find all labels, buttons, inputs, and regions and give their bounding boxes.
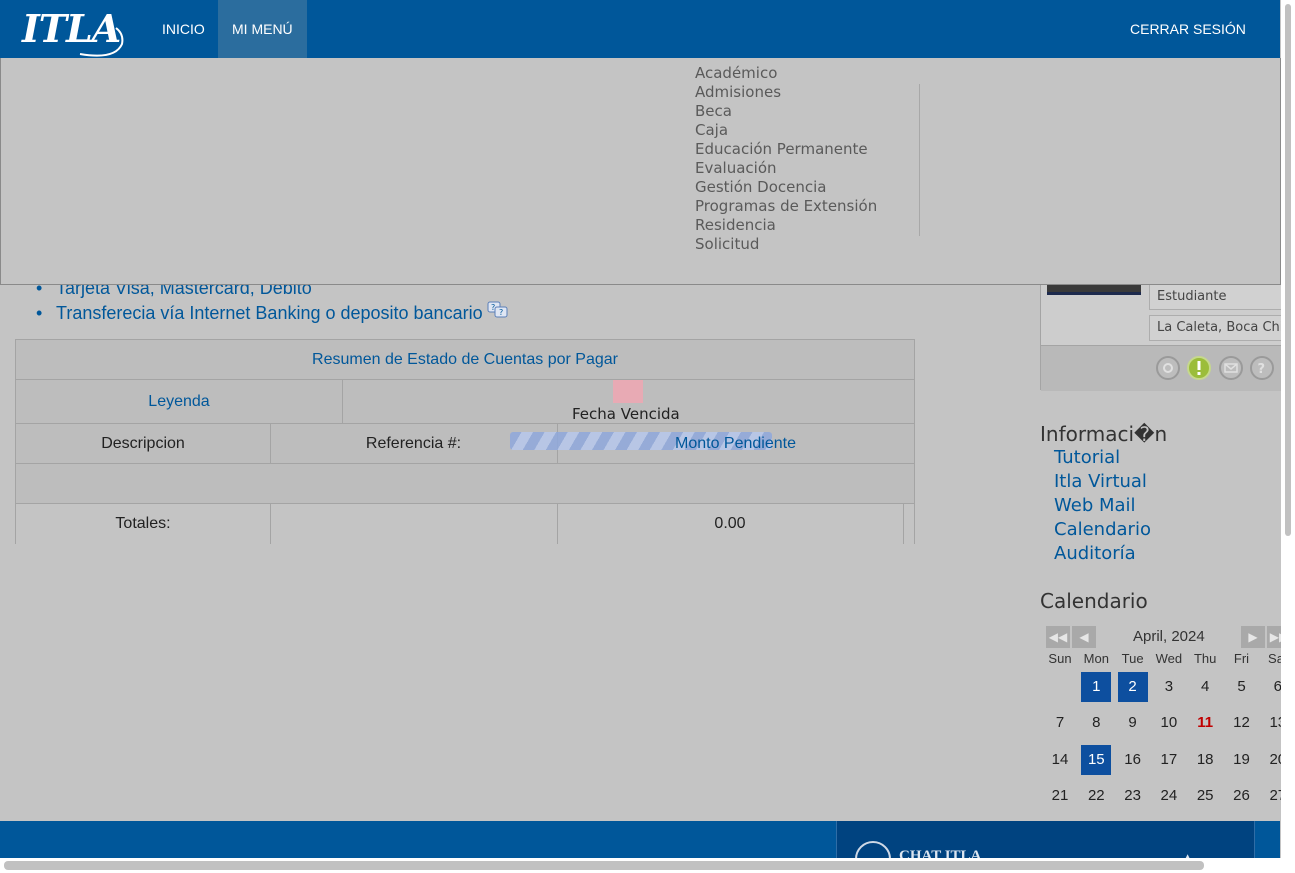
horizontal-scrollbar-thumb[interactable]	[4, 861, 1204, 870]
svg-text:?: ?	[1258, 362, 1266, 377]
table-title-row: Resumen de Estado de Cuentas por Pagar	[16, 340, 914, 380]
svg-text:?: ?	[499, 308, 503, 317]
account-summary-table: Resumen de Estado de Cuentas por Pagar L…	[15, 339, 915, 544]
link-tutorial[interactable]: Tutorial	[1054, 446, 1151, 470]
itla-logo[interactable]: ITLA	[20, 4, 128, 58]
menu-divider	[919, 84, 920, 236]
table-title: Resumen de Estado de Cuentas por Pagar	[312, 350, 618, 368]
calendar-weekday: Tue	[1121, 651, 1144, 666]
menu-item-academico[interactable]: Académico	[695, 64, 877, 83]
svg-text:?: ?	[491, 303, 495, 312]
calendar-title: Calendario	[1040, 589, 1148, 613]
menu-item-programas-extension[interactable]: Programas de Extensión	[695, 197, 877, 216]
calendar-day[interactable]: 21	[1045, 781, 1075, 811]
calendar-widget: ◀◀ ◀ April, 2024 ▶ ▶▶ Sun Mon Tue Wed Thu Fri…	[1042, 624, 1291, 820]
prev-month-icon[interactable]: ◀	[1072, 626, 1096, 648]
prev-year-icon[interactable]: ◀◀	[1046, 626, 1070, 648]
totals-value: 0.00	[714, 515, 746, 532]
help-icon[interactable]: ?	[1250, 356, 1274, 380]
table-header-row: Descripcion Referencia #: Monto Pendient…	[16, 424, 914, 464]
info-links-list: Tutorial Itla Virtual Web Mail Calendari…	[1054, 446, 1151, 566]
calendar-day[interactable]: 22	[1081, 781, 1111, 811]
calendar-weekday: Fri	[1233, 651, 1250, 666]
calendar-day[interactable]: 3	[1154, 672, 1184, 702]
calendar-day[interactable]: 25	[1190, 781, 1220, 811]
menu-item-beca[interactable]: Beca	[695, 102, 877, 121]
link-calendario[interactable]: Calendario	[1054, 518, 1151, 542]
calendar-day[interactable]: 17	[1154, 745, 1184, 775]
menu-item-residencia[interactable]: Residencia	[695, 216, 877, 235]
calendar-day[interactable]: 15	[1081, 745, 1112, 775]
calendar-weekday: Sun	[1048, 651, 1072, 666]
totals-row: Totales: 0.00	[16, 504, 914, 544]
calendar-day[interactable]: 12	[1227, 708, 1257, 738]
calendar-day[interactable]: 9	[1118, 708, 1148, 738]
next-month-icon[interactable]: ▶	[1241, 626, 1265, 648]
calendar-day[interactable]: 18	[1190, 745, 1220, 775]
calendar-weekday: Thu	[1193, 651, 1217, 666]
menu-item-admisiones[interactable]: Admisiones	[695, 83, 877, 102]
menu-list: Académico Admisiones Beca Caja Educación…	[695, 64, 877, 254]
calendar-month: April, 2024	[1133, 628, 1205, 645]
link-web-mail[interactable]: Web Mail	[1054, 494, 1151, 518]
chat-widget[interactable]: CHAT ITLA ▲	[836, 821, 1255, 873]
legend-row: Leyenda Fecha Vencida	[16, 380, 914, 424]
calendar-day[interactable]: 4	[1190, 672, 1220, 702]
overdue-swatch	[613, 380, 643, 403]
calendar-day[interactable]: 23	[1118, 781, 1148, 811]
profile-role: Estudiante	[1149, 284, 1289, 310]
calendar-day[interactable]: 2	[1117, 672, 1148, 702]
calendar-day[interactable]: 10	[1154, 708, 1184, 738]
calendar-day[interactable]: 16	[1118, 745, 1148, 775]
calendar-day[interactable]: 11	[1190, 708, 1220, 738]
overdue-label: Fecha Vencida	[572, 405, 680, 423]
logout-link[interactable]: CERRAR SESIÓN	[1116, 0, 1260, 58]
menu-item-solicitud[interactable]: Solicitud	[695, 235, 877, 254]
vertical-scrollbar-thumb[interactable]	[1285, 4, 1291, 536]
menu-item-evaluacion[interactable]: Evaluación	[695, 159, 877, 178]
link-itla-virtual[interactable]: Itla Virtual	[1054, 470, 1151, 494]
menu-item-educacion-permanente[interactable]: Educación Permanente	[695, 140, 877, 159]
menu-item-gestion-docencia[interactable]: Gestión Docencia	[695, 178, 877, 197]
menu-item-caja[interactable]: Caja	[695, 121, 877, 140]
nav-inicio[interactable]: INICIO	[148, 0, 219, 58]
calendar-weekday: Mon	[1083, 651, 1109, 666]
link-auditoria[interactable]: Auditoría	[1054, 542, 1151, 566]
calendar-day[interactable]: 19	[1227, 745, 1257, 775]
settings-icon[interactable]	[1156, 356, 1180, 380]
calendar-day[interactable]: 5	[1227, 672, 1257, 702]
mi-menu-dropdown: Académico Admisiones Beca Caja Educación…	[0, 58, 1281, 285]
calendar-day[interactable]: 7	[1045, 708, 1075, 738]
calendar-day[interactable]: 1	[1081, 672, 1112, 702]
calendar-day[interactable]: 24	[1154, 781, 1184, 811]
top-navigation-bar: ITLA INICIO MI MENÚ CERRAR SESIÓN	[0, 0, 1280, 58]
alert-icon[interactable]	[1187, 356, 1211, 380]
totals-label: Totales:	[115, 515, 171, 532]
nav-mi-menu[interactable]: MI MENÚ	[218, 0, 307, 58]
logo-swoosh-icon	[79, 27, 124, 57]
profile-toolbar: ?	[1041, 345, 1286, 391]
calendar-weekday: Wed	[1155, 651, 1183, 666]
mail-icon[interactable]	[1219, 356, 1243, 380]
col-description: Descripcion	[101, 434, 185, 452]
help-chat-icon[interactable]: ? ?	[487, 301, 509, 319]
calendar-day[interactable]: 8	[1081, 708, 1111, 738]
col-amount: Monto Pendiente	[675, 434, 796, 452]
payment-method-transfer[interactable]: Transferecia vía Internet Banking o depo…	[36, 301, 509, 326]
table-empty-row	[16, 464, 914, 504]
info-title: Informaci�n	[1040, 422, 1168, 446]
calendar-day[interactable]: 14	[1045, 745, 1075, 775]
profile-location: La Caleta, Boca Chica	[1149, 315, 1289, 341]
calendar-day[interactable]: 26	[1227, 781, 1257, 811]
legend-label: Leyenda	[148, 392, 210, 410]
